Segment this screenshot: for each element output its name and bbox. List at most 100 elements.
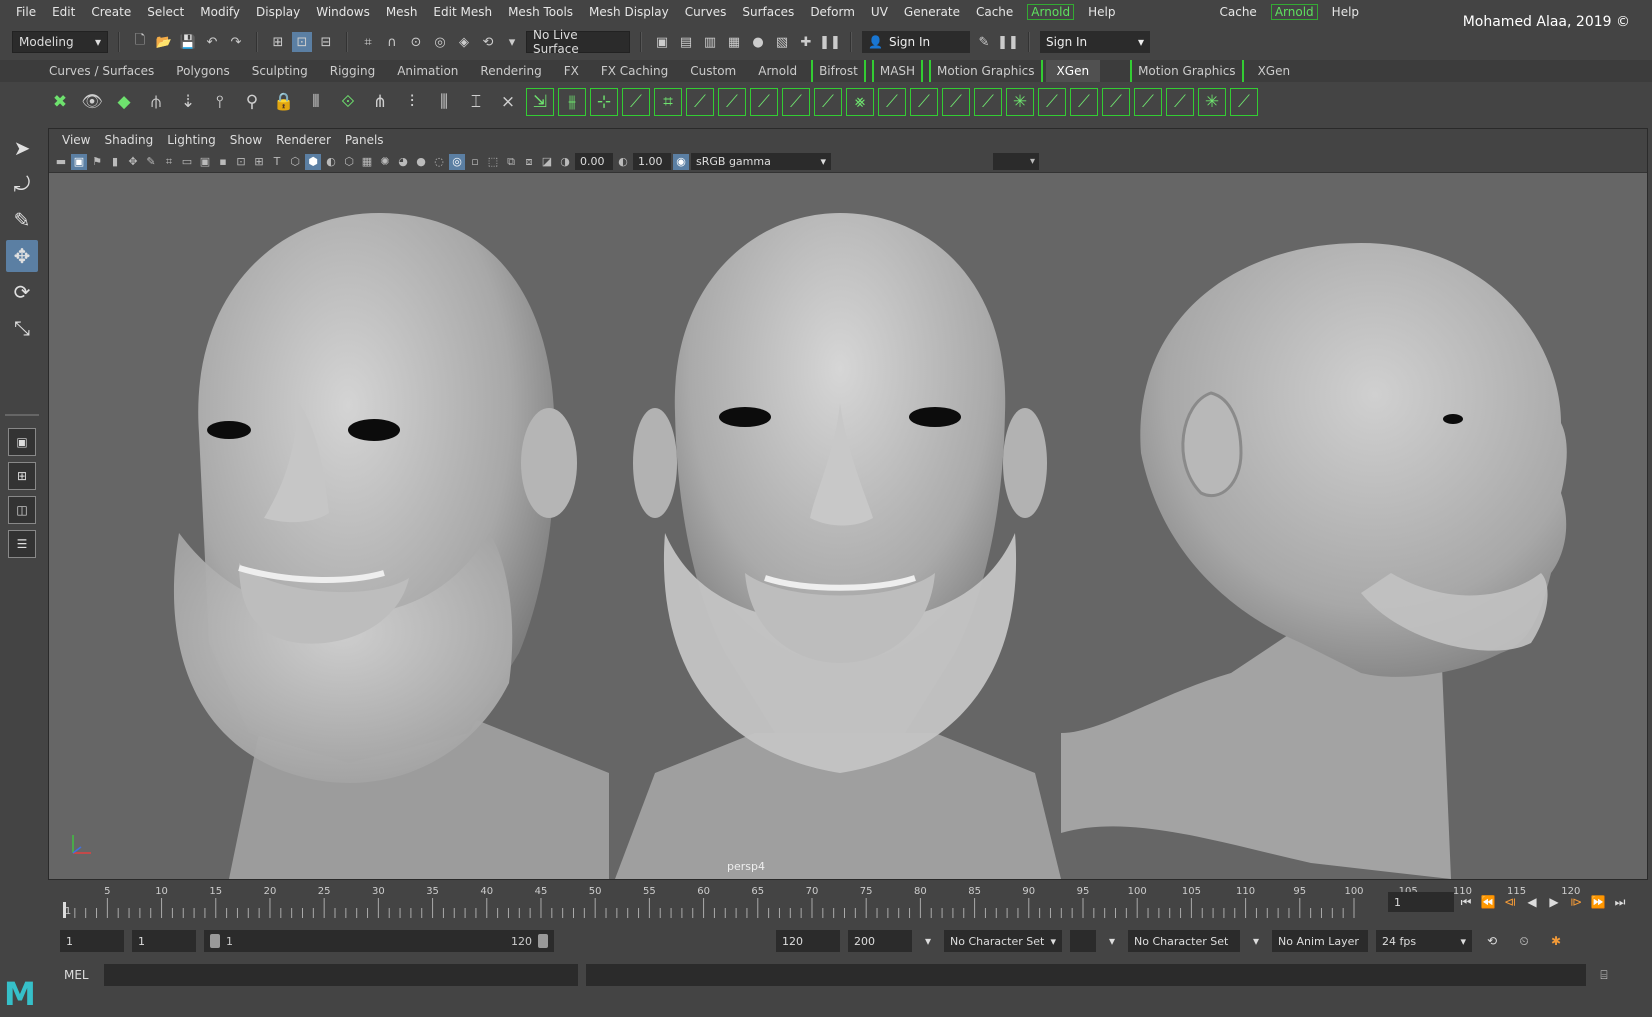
groom-part-icon[interactable]: ⟋ bbox=[974, 88, 1002, 116]
paint-select-tool-icon[interactable]: ✎ bbox=[6, 204, 38, 236]
select-guide-icon[interactable]: ⫯ bbox=[206, 88, 234, 116]
arnold-pause-icon[interactable]: ❚❚ bbox=[819, 32, 841, 52]
toggle-guide-icon[interactable]: ⚲ bbox=[238, 88, 266, 116]
play-forward-icon[interactable]: ▶ bbox=[1546, 892, 1562, 912]
anim-layer-dropdown[interactable]: No Anim Layer bbox=[1272, 930, 1368, 952]
groom-bend-icon[interactable]: ✳ bbox=[1198, 88, 1226, 116]
guide-transfer-icon[interactable]: ⇲ bbox=[526, 88, 554, 116]
guide-length-icon[interactable]: ⫼ bbox=[430, 88, 458, 116]
tab-motion-graphics-duplicate[interactable]: Motion Graphics bbox=[1130, 60, 1244, 82]
guide-noise-icon[interactable]: ⨯ bbox=[494, 88, 522, 116]
step-forward-frame-icon[interactable]: ⧐ bbox=[1568, 892, 1584, 912]
arnold-render-icon[interactable]: ✎ bbox=[974, 32, 994, 52]
command-input[interactable] bbox=[104, 964, 578, 986]
xgen-editor-icon[interactable]: ✖ bbox=[46, 88, 74, 116]
tab-motion-graphics[interactable]: Motion Graphics bbox=[929, 60, 1043, 82]
outliner-layout-icon[interactable]: ☰ bbox=[8, 530, 36, 558]
groom-freeze-icon[interactable]: ✳ bbox=[1006, 88, 1034, 116]
fps-dropdown[interactable]: 24 fps ▾ bbox=[1376, 930, 1472, 952]
step-back-key-icon[interactable]: ⏪ bbox=[1480, 892, 1496, 912]
menu-modify[interactable]: Modify bbox=[192, 5, 248, 19]
playback-start-field[interactable]: 1 bbox=[132, 930, 196, 952]
time-slider[interactable]: 5 10 15 20 25 30 35 40 45 50 55 60 65 70 75 80 85 90 95 100… bbox=[48, 884, 1652, 920]
perspective-viewport[interactable]: persp4 bbox=[49, 173, 1647, 879]
panel-menu-lighting[interactable]: Lighting bbox=[160, 133, 223, 147]
xgen-preview-icon[interactable]: 👁 bbox=[78, 88, 106, 116]
rotate-tool-icon[interactable]: ⟳ bbox=[6, 276, 38, 308]
groom-length-icon[interactable]: ⟋ bbox=[814, 88, 842, 116]
go-to-end-icon[interactable]: ⏭ bbox=[1612, 892, 1628, 912]
range-end-handle[interactable] bbox=[538, 934, 548, 948]
panel-menu-renderer[interactable]: Renderer bbox=[269, 133, 338, 147]
add-guide-icon[interactable]: ⫛ bbox=[142, 88, 170, 116]
menu-display[interactable]: Display bbox=[248, 5, 308, 19]
lock-guide-icon[interactable]: 🔒 bbox=[270, 88, 298, 116]
menu-surfaces[interactable]: Surfaces bbox=[734, 5, 802, 19]
tab-rigging[interactable]: Rigging bbox=[319, 60, 386, 82]
script-language-label[interactable]: MEL bbox=[64, 968, 96, 982]
menu-windows[interactable]: Windows bbox=[308, 5, 378, 19]
anti-aliasing-icon[interactable]: ◎ bbox=[449, 153, 465, 170]
menu-help-duplicate[interactable]: Help bbox=[1324, 5, 1367, 19]
tab-bifrost[interactable]: Bifrost bbox=[811, 60, 866, 82]
depth-of-field-icon[interactable]: ▫ bbox=[467, 154, 483, 170]
menu-file[interactable]: File bbox=[8, 5, 44, 19]
color-management-icon[interactable]: ◉ bbox=[673, 153, 689, 170]
snap-surface-icon[interactable]: ◈ bbox=[454, 32, 474, 52]
place-guide-icon[interactable]: ⇣ bbox=[174, 88, 202, 116]
new-scene-icon[interactable]: 🗋 bbox=[130, 32, 150, 52]
menu-curves[interactable]: Curves bbox=[677, 5, 735, 19]
menu-select[interactable]: Select bbox=[139, 5, 192, 19]
film-gate-icon[interactable]: ▭ bbox=[179, 154, 195, 170]
menu-create[interactable]: Create bbox=[83, 5, 139, 19]
panel-menu-view[interactable]: View bbox=[55, 133, 97, 147]
interactive-groom-icon[interactable]: ⫵ bbox=[558, 88, 586, 116]
ipr-render-icon[interactable]: ▥ bbox=[700, 32, 720, 52]
gate-mask-icon[interactable]: ▪ bbox=[215, 154, 231, 170]
redo-icon[interactable]: ↷ bbox=[226, 32, 246, 52]
loop-icon[interactable]: ⟲ bbox=[1480, 931, 1504, 951]
tab-mash[interactable]: MASH bbox=[871, 60, 924, 82]
menu-edit-mesh[interactable]: Edit Mesh bbox=[425, 5, 500, 19]
grease-pencil-icon[interactable]: ✎ bbox=[143, 154, 159, 170]
groom-twist-icon[interactable]: ⟋ bbox=[878, 88, 906, 116]
camera-attributes-icon[interactable]: ▣ bbox=[71, 153, 87, 170]
wireframe-on-shaded-icon[interactable]: ⬡ bbox=[341, 154, 357, 170]
animation-end-field[interactable]: 200 bbox=[848, 930, 912, 952]
menu-mesh-tools[interactable]: Mesh Tools bbox=[500, 5, 581, 19]
select-hierarchy-icon[interactable]: ⊞ bbox=[268, 32, 288, 52]
snap-grid-icon[interactable]: ⌗ bbox=[358, 32, 378, 52]
groom-cut-icon[interactable]: ⟋ bbox=[782, 88, 810, 116]
xgen-description-icon[interactable]: ◆ bbox=[110, 88, 138, 116]
current-frame-field[interactable]: 1 bbox=[1388, 892, 1454, 912]
chevron-down-icon[interactable]: ▾ bbox=[1104, 931, 1120, 951]
grid-icon[interactable]: ⌗ bbox=[161, 154, 177, 170]
lasso-tool-icon[interactable]: ⤾ bbox=[6, 168, 38, 200]
select-object-icon[interactable]: ⊡ bbox=[292, 32, 312, 52]
groom-shape-icon[interactable]: ⟋ bbox=[1230, 88, 1258, 116]
groom-place-icon[interactable]: ⊹ bbox=[590, 88, 618, 116]
render-view-icon[interactable]: ▦ bbox=[724, 32, 744, 52]
time-ruler[interactable] bbox=[60, 888, 1360, 918]
snap-view-icon[interactable]: ◎ bbox=[430, 32, 450, 52]
menu-arnold-duplicate[interactable]: Arnold bbox=[1270, 4, 1318, 20]
key-set-field[interactable] bbox=[1070, 930, 1096, 952]
menu-uv[interactable]: UV bbox=[863, 5, 896, 19]
groom-brush-icon[interactable]: ⟋ bbox=[622, 88, 650, 116]
live-surface-field[interactable]: No Live Surface bbox=[526, 28, 630, 56]
step-back-frame-icon[interactable]: ⧏ bbox=[1502, 892, 1518, 912]
menu-arnold[interactable]: Arnold bbox=[1027, 4, 1075, 20]
animation-start-field[interactable]: 1 bbox=[60, 930, 124, 952]
groom-comb-icon[interactable]: ⟋ bbox=[686, 88, 714, 116]
character-set-dropdown-secondary[interactable]: No Character Set bbox=[1128, 930, 1240, 952]
panel-menu-show[interactable]: Show bbox=[223, 133, 269, 147]
twod-pan-icon[interactable]: ✥ bbox=[125, 154, 141, 170]
groom-attribute-icon[interactable]: ⟋ bbox=[1102, 88, 1130, 116]
chevron-down-icon[interactable]: ▾ bbox=[502, 32, 522, 52]
play-backward-icon[interactable]: ◀ bbox=[1524, 892, 1540, 912]
wireframe-icon[interactable]: ⬡ bbox=[287, 154, 303, 170]
screen-space-ao-icon[interactable]: ● bbox=[413, 154, 429, 170]
backface-culling-icon[interactable]: ◪ bbox=[539, 154, 555, 170]
field-chart-icon[interactable]: ⊡ bbox=[233, 154, 249, 170]
groom-density-icon[interactable]: ⌗ bbox=[654, 88, 682, 116]
